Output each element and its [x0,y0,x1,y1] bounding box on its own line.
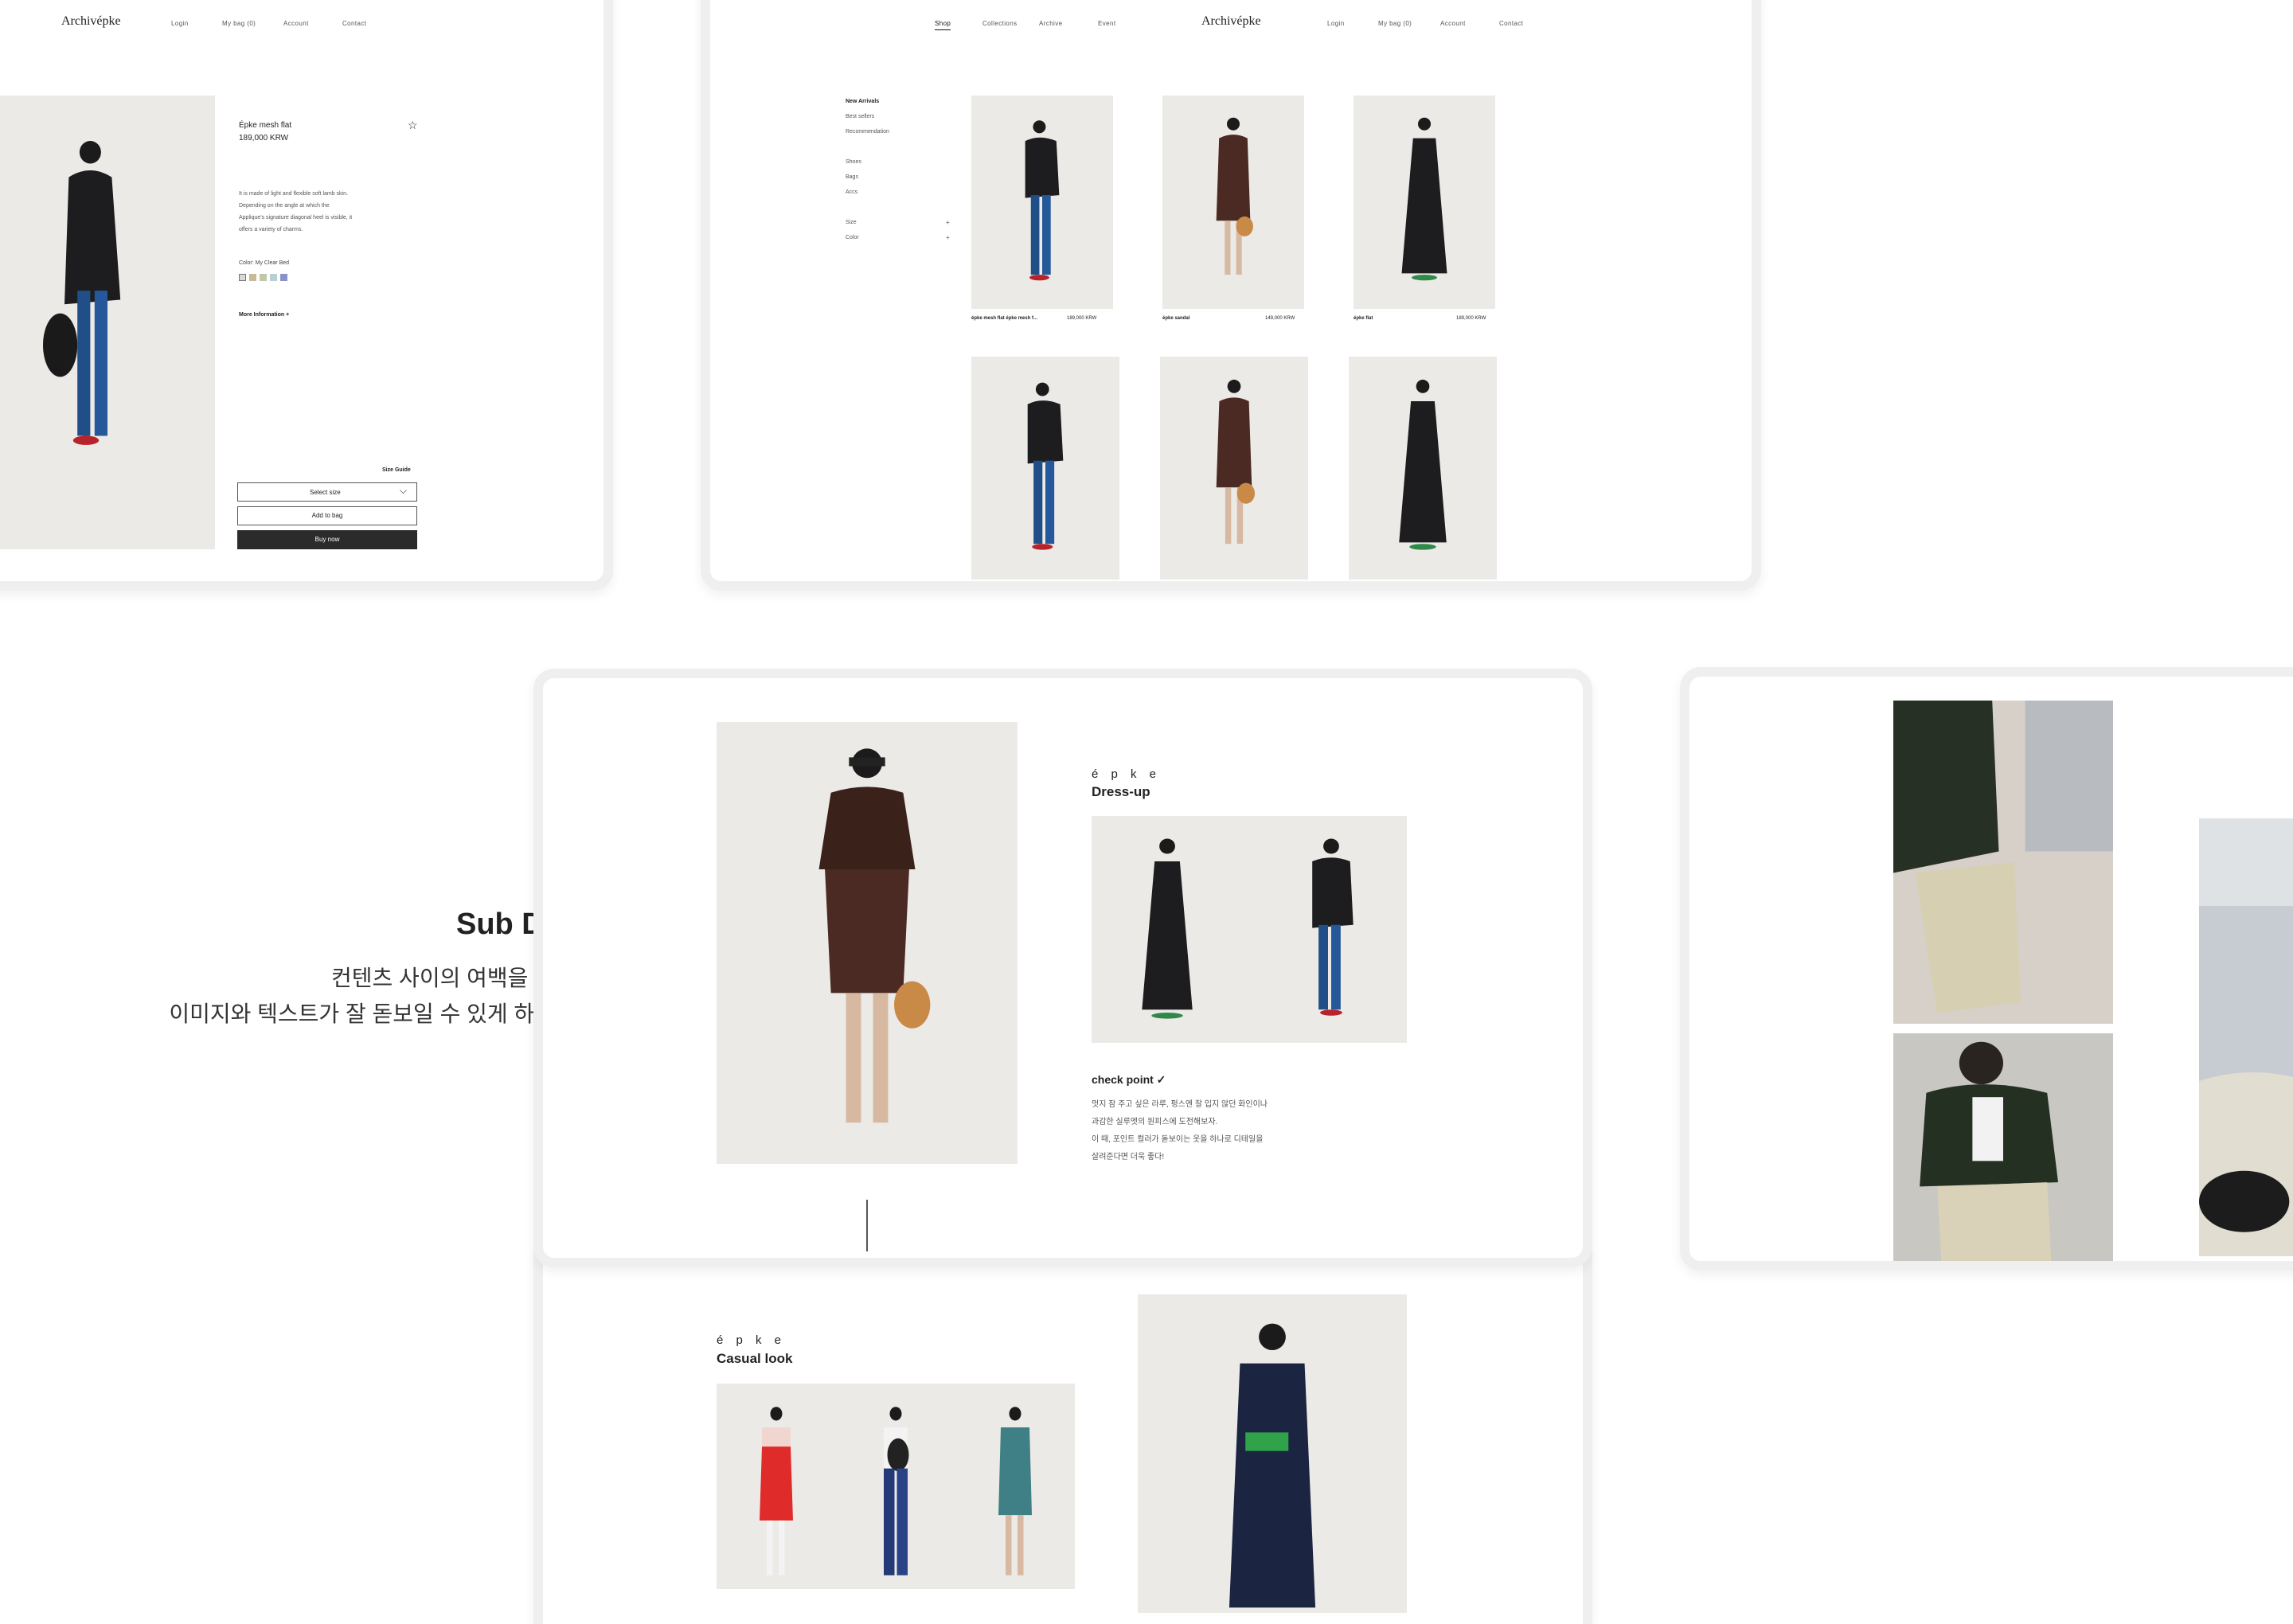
select-size-label: Select size [310,489,341,496]
nav-my-bag[interactable]: My bag (0) [222,20,256,27]
lookbook-photo-top[interactable] [1893,701,2113,1024]
add-to-bag-label: Add to bag [311,512,343,519]
product-card-image[interactable] [1160,357,1308,580]
nav-login[interactable]: Login [1327,20,1345,27]
check-point-line-2: 과감한 실루엣의 원피스에 도전해보자. [1092,1118,1218,1126]
swatch-1[interactable] [239,274,246,281]
product-card-image[interactable] [1349,357,1497,580]
lookbook-photo-side[interactable] [2199,818,2293,1256]
shop-listing-screen: Shop Collections Archive Event Archivépk… [701,0,1761,591]
product-main-photo[interactable] [0,96,215,549]
dress-up-photo-slip-dress[interactable] [1092,816,1249,1043]
sidebar-item-shoes[interactable]: Shoes [846,159,861,165]
brand-spaced: é p k e [717,1333,787,1347]
swatch-3[interactable] [260,274,267,281]
more-info-toggle[interactable]: More Information + [239,312,289,318]
look-photo-teal[interactable] [955,1384,1075,1589]
check-point-line-4: 살려준다면 더욱 좋다! [1092,1153,1165,1161]
brand-spaced: é p k e [1092,767,1162,781]
add-to-bag-button[interactable]: Add to bag [237,506,417,525]
sidebar-item-recommendation[interactable]: Recommendation [846,129,889,135]
filter-size[interactable]: Size [846,220,857,225]
swatch-4[interactable] [270,274,277,281]
chevron-down-icon: ⌵ [399,485,407,496]
product-price: 189,000 KRW [1067,316,1097,321]
product-name[interactable]: épke sandal [1162,316,1189,321]
nav-account[interactable]: Account [1440,20,1466,27]
nav-account[interactable]: Account [283,20,309,27]
section-heading: Casual look [717,1351,793,1366]
brand-logo[interactable]: Archivépke [61,14,121,29]
nav-contact[interactable]: Contact [342,20,366,27]
sidebar-item-accs[interactable]: Accs [846,189,857,195]
look-photo-navy-dress[interactable] [1138,1294,1407,1613]
swatch-5[interactable] [280,274,287,281]
product-name[interactable]: épke flat [1354,316,1373,321]
buy-now-button[interactable]: Buy now [237,530,417,549]
nav-contact[interactable]: Contact [1499,20,1523,27]
product-card-image[interactable] [971,357,1119,580]
look-photo-red[interactable] [717,1384,836,1589]
product-price: 189,000 KRW [1456,316,1486,321]
nav-archive[interactable]: Archive [1039,20,1062,27]
look-photo-denim[interactable] [836,1384,955,1589]
product-detail-screen: Archivépke Login My bag (0) Account Cont… [0,0,613,591]
product-desc-4: offers a variety of charms. [239,227,303,232]
product-desc-3: Applique's signature diagonal heel is vi… [239,215,353,221]
buy-now-label: Buy now [314,536,340,543]
sidebar-item-bags[interactable]: Bags [846,174,858,180]
filter-size-toggle[interactable]: + [946,219,950,226]
filter-color-toggle[interactable]: + [946,234,950,241]
scroll-indicator-line [866,1200,868,1251]
nav-shop[interactable]: Shop [935,20,951,30]
product-card-image[interactable] [971,96,1113,309]
product-price: 149,000 KRW [1265,316,1295,321]
check-point-title: check point ✓ [1092,1073,1166,1086]
select-size-dropdown[interactable]: Select size ⌵ [237,482,417,502]
nav-collections[interactable]: Collections [982,20,1018,27]
lookbook-screen [1680,667,2293,1271]
section-heading: Dress-up [1092,784,1150,799]
size-guide-link[interactable]: Size Guide [382,467,411,473]
casual-look-screen: é p k e Casual look [533,1250,1592,1624]
sidebar-item-new-arrivals[interactable]: New Arrivals [846,99,879,104]
sidebar-item-best-sellers[interactable]: Best sellers [846,114,874,119]
product-card-image[interactable] [1354,96,1495,309]
product-desc-1: It is made of light and flexible soft la… [239,191,348,197]
dress-up-hero-photo[interactable] [717,722,1018,1164]
color-label: Color: My Clear Bed [239,260,290,266]
check-point-line-1: 멋지 잠 주고 싶은 라루, 펑스엔 잘 입지 않던 화인이나 [1092,1100,1268,1109]
brand-logo[interactable]: Archivépke [1201,14,1261,29]
nav-login[interactable]: Login [171,20,189,27]
nav-event[interactable]: Event [1098,20,1115,27]
product-price: 189,000 KRW [239,134,289,142]
filter-color[interactable]: Color [846,235,859,240]
lookbook-photo-bottom[interactable] [1893,1033,2113,1261]
product-desc-2: Depending on the angle at which the [239,203,330,209]
nav-my-bag[interactable]: My bag (0) [1378,20,1412,27]
check-point-line-3: 이 때, 포인트 컬러가 돋보이는 옷을 하나로 디테일을 [1092,1135,1264,1144]
dress-up-screen: é p k e Dress-up check point ✓ 멋지 잠 주고 싶… [533,669,1592,1267]
product-name: Épke mesh flat [239,121,292,130]
swatch-2[interactable] [249,274,256,281]
product-name[interactable]: épke mesh flat épke mesh f... [971,316,1037,321]
dress-up-photo-blazer[interactable] [1249,816,1407,1043]
product-card-image[interactable] [1162,96,1304,309]
star-icon[interactable]: ☆ [408,119,418,132]
